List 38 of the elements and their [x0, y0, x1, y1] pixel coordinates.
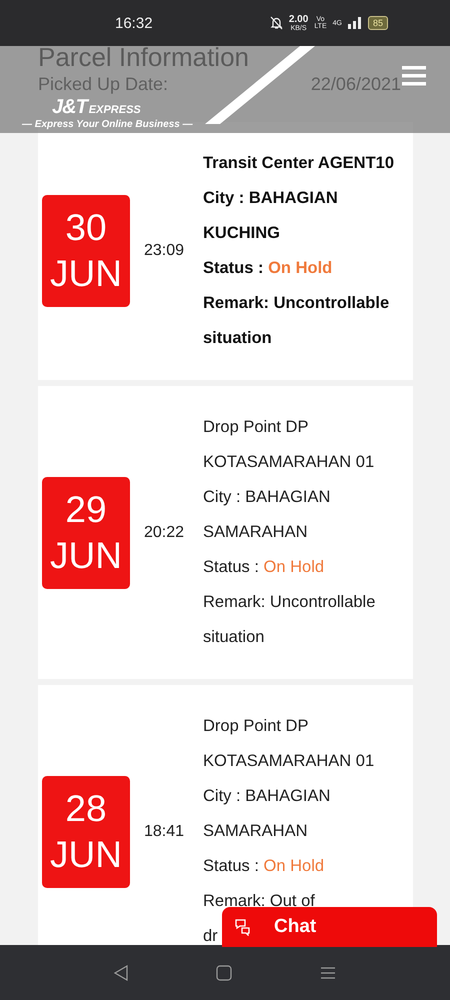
city-text: City : BAHAGIAN SAMARAHAN [203, 786, 332, 842]
logo-tagline: — Express Your Online Business — [22, 118, 193, 131]
event-time: 23:09 [144, 242, 186, 260]
date-day: 29 [65, 486, 107, 532]
remark-text: Remark: Uncontrollable situation [203, 293, 390, 349]
network-speed: 2.00 [288, 14, 308, 24]
home-icon[interactable] [216, 964, 232, 980]
remark-text: dr [203, 926, 218, 945]
city-text: City : BAHAGIAN KUCHING [203, 188, 339, 244]
city-text: City : BAHAGIAN SAMARAHAN [203, 487, 332, 543]
chat-bubbles-icon [234, 918, 252, 936]
date-month: JUN [50, 252, 122, 296]
logo-mark: J&T [52, 97, 87, 117]
status-text: Status : On Hold [203, 856, 326, 877]
status-text: Status : On Hold [203, 557, 326, 578]
page-title: Parcel Information [38, 46, 250, 72]
menu-icon[interactable] [402, 66, 426, 86]
date-day: 28 [65, 786, 107, 832]
bell-off-icon [270, 16, 283, 30]
date-month: JUN [50, 534, 122, 578]
event-time: 18:41 [144, 822, 186, 840]
location-text: Drop Point DP KOTASAMARAHAN 01 [203, 716, 376, 772]
status-text: Status : On Hold [203, 258, 334, 279]
status-time: 16:32 [115, 14, 153, 32]
signal-icon [348, 17, 362, 29]
location-text: Drop Point DP KOTASAMARAHAN 01 [203, 417, 376, 473]
remark-text: Remark: Uncontrollable situation [203, 592, 376, 648]
back-icon[interactable] [114, 964, 128, 980]
location-text: Transit Center AGENT10 [203, 153, 396, 174]
logo-wordmark: EXPRESS [88, 104, 141, 117]
date-day: 30 [65, 205, 107, 251]
chat-button[interactable]: Chat [222, 907, 437, 947]
recents-icon[interactable] [320, 966, 336, 980]
picked-up-date: 22/06/2021 [310, 73, 401, 96]
event-time: 20:22 [144, 524, 186, 542]
battery-level: 85 [368, 16, 388, 30]
picked-up-label: Picked Up Date: [38, 73, 168, 96]
date-month: JUN [50, 832, 122, 876]
